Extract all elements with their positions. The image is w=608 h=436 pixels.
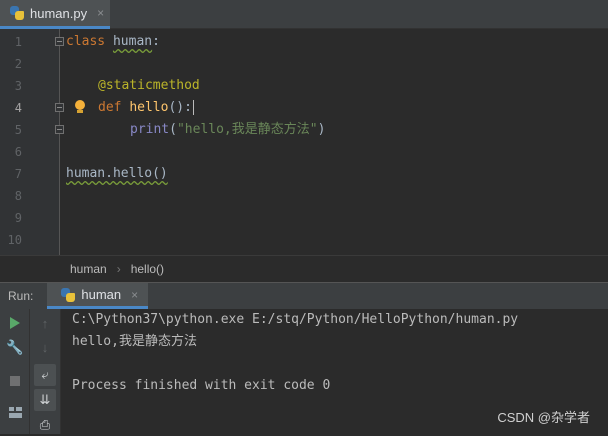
class-name: human — [112, 34, 153, 49]
soft-wrap-button[interactable]: ⤶ — [34, 364, 56, 386]
run-tab-label: human — [81, 287, 122, 302]
line-number: 2 — [14, 57, 22, 71]
scroll-to-end-icon: ⇊ — [39, 392, 51, 407]
close-icon[interactable]: × — [97, 6, 104, 20]
breadcrumb: human › hello() — [0, 255, 608, 282]
colon: : — [152, 34, 160, 49]
builtin-print: print — [130, 122, 170, 137]
console-line: C:\Python37\python.exe E:/stq/Python/Hel… — [72, 312, 519, 327]
line-number: 5 — [14, 123, 22, 137]
line-number-gutter: 1 2 3 4 5 6 7 8 9 10 — [0, 29, 60, 255]
params: (): — [168, 100, 192, 115]
run-panel: 🔧 ↑ ↓ ⤶ ⇊ ⎙ C:\Python37\python.exe E:/st… — [0, 309, 608, 434]
arrow-down-icon: ↓ — [41, 339, 49, 355]
python-file-icon — [10, 6, 24, 20]
code-line-7: human.hello() — [66, 163, 168, 185]
keyword-def: def — [98, 100, 122, 115]
fold-end-icon[interactable] — [55, 125, 64, 134]
layout-button[interactable] — [4, 401, 26, 423]
scroll-to-end-button[interactable]: ⇊ — [34, 389, 56, 411]
scroll-down-button[interactable]: ↓ — [34, 336, 56, 358]
run-toolbar-left: 🔧 — [0, 309, 30, 434]
paren-close: ) — [317, 122, 326, 137]
lightbulb-icon[interactable] — [74, 100, 86, 114]
tab-human-py[interactable]: human.py × — [0, 0, 110, 29]
code-line-3: @staticmethod — [98, 75, 200, 97]
layout-icon — [8, 406, 22, 418]
run-tab-human[interactable]: human × — [47, 283, 149, 309]
play-icon — [10, 317, 20, 329]
code-line-1: class human: — [66, 31, 160, 53]
line-number: 10 — [7, 233, 22, 247]
console-line: Process finished with exit code 0 — [72, 378, 331, 393]
string-literal: "hello,我是静态方法" — [176, 122, 318, 137]
line-number: 1 — [14, 35, 22, 49]
method-call: human.hello() — [66, 166, 168, 181]
wrench-icon: 🔧 — [6, 338, 24, 355]
stop-icon — [10, 376, 20, 386]
print-button[interactable]: ⎙ — [34, 414, 56, 436]
rerun-button[interactable] — [4, 312, 26, 334]
line-number: 9 — [14, 211, 22, 225]
line-number: 4 — [14, 101, 22, 115]
text-caret — [192, 100, 194, 115]
python-run-icon — [61, 287, 76, 302]
code-line-4: def hello(): — [98, 97, 194, 119]
close-icon[interactable]: × — [131, 288, 138, 302]
stop-button[interactable] — [4, 370, 26, 392]
console-line: hello,我是静态方法 — [72, 334, 197, 349]
breadcrumb-separator: › — [116, 262, 121, 276]
line-number: 7 — [14, 167, 22, 181]
arrow-up-icon: ↑ — [41, 315, 49, 331]
line-number: 6 — [14, 145, 22, 159]
code-editor[interactable]: 1 2 3 4 5 6 7 8 9 10 class human: @stati… — [0, 29, 608, 255]
code-line-5: print("hello,我是静态方法") — [130, 119, 325, 141]
soft-wrap-icon: ⤶ — [41, 367, 49, 382]
settings-button[interactable]: 🔧 — [4, 336, 26, 358]
line-number: 3 — [14, 79, 22, 93]
fold-toggle-icon[interactable] — [55, 37, 64, 46]
fold-toggle-icon[interactable] — [55, 103, 64, 112]
editor-tab-bar: human.py × — [0, 0, 608, 29]
function-name: hello — [129, 100, 169, 115]
print-icon: ⎙ — [39, 417, 51, 432]
breadcrumb-method[interactable]: hello() — [131, 262, 164, 276]
keyword-class: class — [66, 34, 106, 49]
run-toolbar-right: ↑ ↓ ⤶ ⇊ ⎙ — [30, 309, 61, 434]
tab-label: human.py — [30, 5, 88, 21]
scroll-up-button[interactable]: ↑ — [34, 312, 56, 334]
paren-open: ( — [169, 122, 177, 137]
decorator: @staticmethod — [98, 78, 200, 93]
watermark: CSDN @杂学者 — [497, 410, 590, 425]
line-number: 8 — [14, 189, 22, 203]
run-panel-header: Run: human × — [0, 282, 608, 309]
run-label: Run: — [8, 289, 34, 303]
breadcrumb-class[interactable]: human — [70, 262, 107, 276]
console-output[interactable]: C:\Python37\python.exe E:/stq/Python/Hel… — [72, 309, 518, 397]
